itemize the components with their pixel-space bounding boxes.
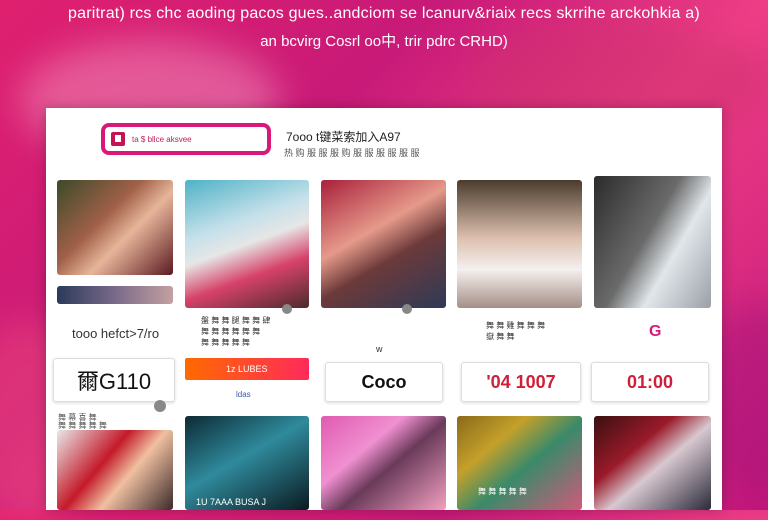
tile-caption: 舞 舞 舞 舞 舞 — [478, 487, 527, 496]
label-card[interactable]: 01:00 — [591, 362, 709, 402]
banner-line-2: an bcvirg Cosrl oo中, trir pdrc CRHD) — [260, 33, 508, 50]
banner-line-1: paritrat) rcs chc aoding pacos gues..and… — [68, 5, 700, 22]
tile-caption: G — [649, 323, 662, 340]
search-icon — [111, 132, 125, 146]
thumbnail-image[interactable] — [594, 416, 711, 510]
search-box[interactable] — [101, 123, 271, 155]
label-card[interactable]: 爾G110 — [53, 358, 175, 402]
button-sublabel: ldas — [236, 390, 251, 399]
label-text: 爾G110 — [76, 369, 152, 394]
status-dot — [402, 304, 412, 314]
label-card[interactable]: Coco — [325, 362, 443, 402]
thumbnail-image[interactable] — [321, 180, 446, 308]
status-dot — [154, 400, 166, 412]
tile-caption: 1U 7AAA BUSA J — [196, 497, 267, 507]
thumbnail-image[interactable] — [185, 416, 309, 510]
search-input[interactable] — [130, 133, 254, 145]
tile-caption: 盤 舞 舞 腿 舞 舞 肆 舞 舞 舞 舞 舞 舞 舞 舞 舞 舞 舞 — [201, 316, 271, 347]
thumbnail-image[interactable] — [321, 416, 446, 510]
button-label: 1z LUBES — [226, 364, 268, 374]
status-dot — [282, 304, 292, 314]
label-text: Coco — [361, 371, 407, 392]
thumbnail-image[interactable] — [57, 430, 173, 510]
tile-caption: tooo hefct>7/ro — [72, 326, 160, 341]
tile-caption: 舞 舞 雞 舞 舞 舞 嶽 舞 舞 — [486, 321, 546, 341]
main-panel: 7ooo t键菜索加入A97 热 购 服 服 服 购 服 服 服 服 服 服 t… — [46, 108, 722, 510]
thumbnail-image[interactable] — [185, 180, 309, 308]
thumbnail-strip — [57, 286, 173, 304]
tile-caption: w — [376, 344, 383, 354]
label-text: 01:00 — [626, 371, 674, 392]
thumbnail-image[interactable] — [57, 180, 173, 275]
thumbnail-image[interactable] — [457, 180, 582, 308]
page-subtitle: 热 购 服 服 服 购 服 服 服 服 服 服 — [284, 148, 420, 158]
thumbnail-image[interactable] — [594, 176, 711, 308]
page-title: 7ooo t键菜索加入A97 — [286, 130, 401, 144]
label-text: '04 1007 — [486, 371, 556, 392]
label-card[interactable]: '04 1007 — [461, 362, 581, 402]
